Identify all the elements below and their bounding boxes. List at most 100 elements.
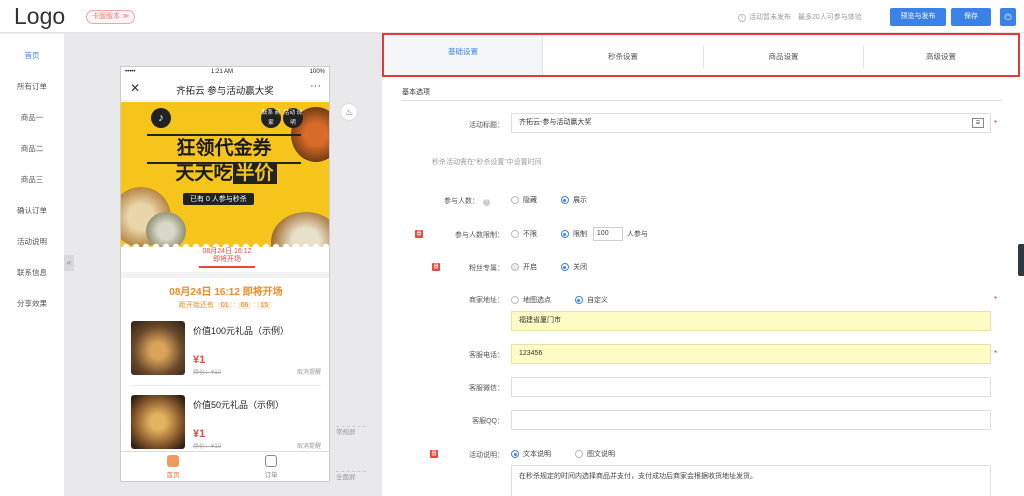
tab-advanced-settings[interactable]: 高级设置 bbox=[864, 45, 1018, 69]
tab-home[interactable]: 首页 bbox=[138, 455, 208, 479]
description-textarea[interactable]: 在秒杀规定的时间内选择商品并支付，支付成功后商家会根据收货地址发货。 bbox=[511, 465, 991, 496]
service-wechat-label: 客服微信： bbox=[469, 385, 504, 392]
original-price: 原价：¥10 bbox=[193, 444, 222, 450]
joined-count: 已有 0 人参与秒杀 bbox=[183, 193, 254, 205]
battery-level: 100% bbox=[309, 69, 325, 75]
sidebar-item-share[interactable]: 分享效果 bbox=[0, 288, 64, 319]
settings-tabs: 基础设置 秒杀设置 商品设置 高级设置 bbox=[382, 33, 1020, 77]
sidebar-item-activity-desc[interactable]: 活动说明 bbox=[0, 226, 64, 257]
music-note-icon[interactable]: ♪ bbox=[151, 108, 171, 128]
section-title: 基本选项 bbox=[402, 89, 430, 96]
product-price: ¥1 bbox=[193, 354, 206, 366]
regular-screen-label: 常规屏 bbox=[336, 429, 356, 436]
status-time: 1:21 AM bbox=[211, 69, 234, 75]
ticket-edge bbox=[121, 241, 329, 247]
fans-only-off-option[interactable]: 关闭 bbox=[560, 262, 587, 272]
tab-flash-sale-settings[interactable]: 秒杀设置 bbox=[543, 45, 704, 69]
description-text-option[interactable]: 文本说明 bbox=[511, 449, 551, 459]
sidebar-item-home[interactable]: 首页 bbox=[0, 40, 64, 71]
description-radio-group: 文本说明 图文说明 bbox=[511, 449, 637, 459]
product-name: 价值100元礼品（示例） bbox=[193, 326, 290, 336]
info-icon: i bbox=[738, 14, 746, 22]
banner-headline: 狂领代金券 bbox=[147, 134, 301, 164]
fans-only-label: 粉丝专属： bbox=[469, 265, 504, 272]
contact-merchant-badge[interactable]: 联系 商家 bbox=[261, 108, 281, 128]
power-icon[interactable]: ⏻ bbox=[1000, 8, 1016, 26]
limit-count-input[interactable]: 100 bbox=[592, 227, 623, 241]
address-map-option[interactable]: 地图选点 bbox=[511, 295, 551, 305]
top-bar: Logo 卡版版本 ≫ i 活动暂未发布 最多20人可参与体验 预览与发布 保存 … bbox=[0, 0, 1024, 33]
required-mark: * bbox=[994, 119, 998, 128]
cancel-reminder-link[interactable]: 取消提醒 bbox=[297, 367, 321, 376]
save-button[interactable]: 保存 bbox=[951, 8, 991, 26]
fans-only-on-option[interactable]: 开启 bbox=[511, 262, 537, 272]
product-image bbox=[131, 395, 185, 449]
session-tab[interactable]: 08月24日 16:12 即将开场 bbox=[199, 248, 255, 268]
phone-tab-bar: 首页 订单 bbox=[121, 451, 329, 481]
divider bbox=[121, 272, 329, 278]
countdown-days: 01 bbox=[217, 302, 232, 309]
sidebar-item-product-1[interactable]: 商品一 bbox=[0, 102, 64, 133]
address-custom-option[interactable]: 自定义 bbox=[574, 295, 608, 305]
tab-product-settings[interactable]: 商品设置 bbox=[704, 45, 864, 69]
title-input[interactable]: 齐拓云-参与活动赢大奖 ☰ bbox=[511, 113, 991, 133]
chef-hat-icon[interactable]: ♨ bbox=[340, 103, 358, 121]
limit-on-option[interactable]: 限制 bbox=[560, 229, 587, 239]
participants-label: 参与人数：? bbox=[394, 196, 490, 206]
service-phone-label: 客服电话： bbox=[469, 352, 504, 359]
publish-status: i 活动暂未发布 最多20人可参与体验 bbox=[738, 12, 862, 22]
limit-none-option[interactable]: 不限 bbox=[511, 229, 537, 239]
countdown: 距开始还有 01:06:15 bbox=[121, 300, 329, 310]
participants-hide-option[interactable]: 隐藏 bbox=[511, 195, 537, 205]
sidebar-item-all-orders[interactable]: 所有订单 bbox=[0, 71, 64, 102]
sidebar-item-confirm-order[interactable]: 确认订单 bbox=[0, 195, 64, 226]
product-card[interactable]: 价值100元礼品（示例） ¥1 原价：¥10 取消提醒 bbox=[131, 321, 321, 386]
countdown-minutes: 15 bbox=[257, 302, 272, 309]
session-status: 即将开场 bbox=[213, 256, 241, 263]
tab-basic-settings[interactable]: 基础设置 bbox=[384, 35, 543, 75]
fans-only-radio-group: 开启 关闭 bbox=[511, 262, 609, 272]
side-drawer-handle[interactable] bbox=[1018, 244, 1024, 276]
limit-radio-group: 不限 限制 100 人参与 bbox=[511, 227, 648, 241]
title-label: 活动标题： bbox=[469, 122, 504, 129]
limit-label: 参与人数限制： bbox=[455, 232, 504, 239]
sidebar: 首页 所有订单 商品一 商品二 商品三 确认订单 活动说明 联系信息 分享效果 bbox=[0, 34, 64, 496]
countdown-hours: 06 bbox=[237, 302, 252, 309]
address-radio-group: 地图选点 自定义 bbox=[511, 295, 630, 305]
original-price: 原价：¥10 bbox=[193, 370, 222, 376]
start-title: 08月24日 16:12 即将开场 bbox=[169, 287, 283, 298]
preview-publish-button[interactable]: 预览与发布 bbox=[890, 8, 946, 26]
description-rich-option[interactable]: 图文说明 bbox=[574, 449, 615, 459]
sidebar-item-product-3[interactable]: 商品三 bbox=[0, 164, 64, 195]
product-card[interactable]: 价值50元礼品（示例） ¥1 原价：¥10 取消提醒 bbox=[131, 395, 321, 457]
product-price: ¥1 bbox=[193, 428, 206, 440]
service-qq-label: 客服QQ： bbox=[472, 418, 504, 425]
required-mark: * bbox=[994, 349, 998, 358]
sidebar-item-contact[interactable]: 联系信息 bbox=[0, 257, 64, 288]
address-input[interactable]: 福建省厦门市 bbox=[511, 311, 991, 331]
sidebar-item-product-2[interactable]: 商品二 bbox=[0, 133, 64, 164]
cancel-reminder-link[interactable]: 取消提醒 bbox=[297, 441, 321, 450]
full-screen-label: 全面屏 bbox=[336, 474, 356, 481]
participants-show-option[interactable]: 展示 bbox=[560, 195, 587, 205]
service-wechat-input[interactable] bbox=[511, 377, 991, 397]
signal-icon: ••••• bbox=[125, 69, 136, 75]
activity-rules-badge[interactable]: 活动 说明 bbox=[283, 108, 303, 128]
help-icon[interactable]: ? bbox=[483, 199, 490, 206]
service-qq-input[interactable] bbox=[511, 410, 991, 430]
tab-orders[interactable]: 订单 bbox=[236, 455, 306, 479]
publish-status-text: 活动暂未发布 最多20人可参与体验 bbox=[749, 14, 862, 21]
sidebar-collapse-handle[interactable]: « bbox=[64, 255, 74, 271]
flash-sale-hint: 秒杀活动需在“秒杀设置”中设置时间 bbox=[432, 159, 542, 166]
phone-status-bar: ••••• 1:21 AM 100% bbox=[121, 67, 329, 77]
more-icon[interactable]: ··· bbox=[310, 80, 321, 92]
phone-nav-bar: ✕ 齐拓云 参与活动赢大奖 ··· bbox=[121, 77, 329, 101]
required-mark: * bbox=[994, 295, 998, 304]
address-label: 商家地址： bbox=[469, 297, 504, 304]
version-badge[interactable]: 卡版版本 ≫ bbox=[86, 10, 136, 24]
service-phone-input[interactable]: 123456 bbox=[511, 344, 991, 364]
home-icon bbox=[167, 455, 179, 467]
settings-panel: 基础设置 秒杀设置 商品设置 高级设置 基本选项 活动标题： 齐拓云-参与活动赢… bbox=[382, 33, 1024, 496]
emoji-picker-icon[interactable]: ☰ bbox=[972, 118, 984, 128]
banner-subheadline: 天天吃 半价 bbox=[151, 162, 301, 186]
